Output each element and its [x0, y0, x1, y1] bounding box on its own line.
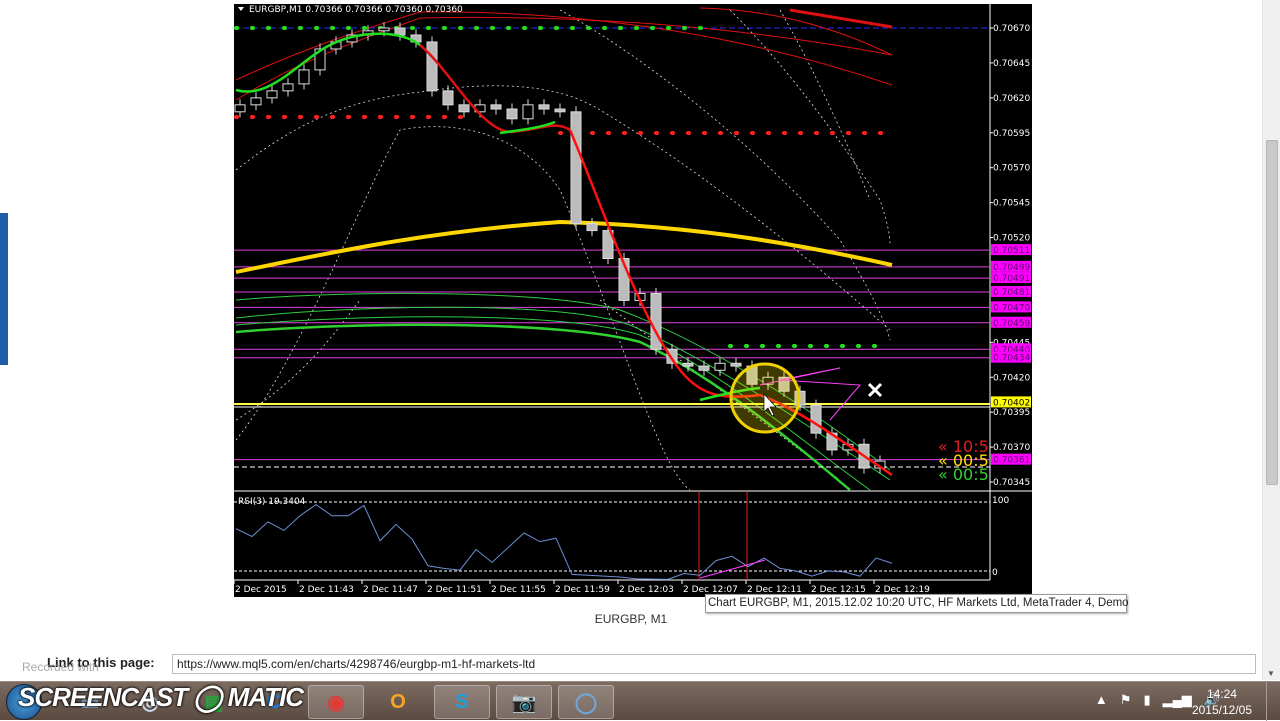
candle-body [538, 104, 550, 110]
time-axis-label: 2 Dec 2015 [235, 585, 287, 595]
candle-body [570, 111, 582, 225]
camera-icon[interactable]: 📷 [496, 685, 552, 719]
price-axis-label: 0.70645 [993, 59, 1030, 69]
candle-body [266, 90, 278, 99]
link-url-input[interactable] [172, 654, 1256, 674]
time-axis-label: 2 Dec 11:51 [427, 585, 482, 595]
price-axis-label: 0.70620 [993, 94, 1030, 104]
action-center-flag-icon[interactable]: ⚑ [1120, 692, 1132, 708]
rsi-label: RSI(3) 19.3404 [238, 497, 306, 507]
candle-body [490, 104, 502, 110]
candle-body [378, 27, 390, 32]
candle-body [442, 90, 454, 106]
clock-time: 14:24 [1206, 687, 1237, 701]
price-tag: 0.70434 [993, 354, 1030, 364]
price-tag: 0.70499 [993, 263, 1030, 273]
candle-body [426, 41, 438, 92]
candle-body [730, 362, 742, 367]
price-axis-label: 0.70670 [993, 24, 1030, 34]
clock-date: 2015/12/05 [1191, 703, 1252, 717]
power-icon[interactable]: ▮ [1143, 692, 1150, 708]
candle-body [714, 362, 726, 371]
skype-icon[interactable]: S [434, 685, 490, 719]
bid-price-tag: 0.70402 [993, 398, 1030, 408]
candle-body [522, 104, 534, 120]
page-scrollbar[interactable]: ▼ [1262, 0, 1280, 680]
candle-body [682, 362, 694, 367]
show-hidden-icons-icon[interactable]: ▲ [1095, 692, 1108, 708]
price-tag: 0.70491 [993, 274, 1030, 284]
side-tab[interactable] [0, 213, 8, 365]
candle [426, 36, 438, 97]
price-axis-label: 0.70545 [993, 199, 1030, 209]
candle-body [298, 69, 310, 85]
candle-body [394, 27, 406, 36]
candle-body [810, 404, 822, 434]
candle-body [554, 108, 566, 113]
time-axis-label: 2 Dec 11:47 [363, 585, 418, 595]
recorded-with-watermark: Recorded with [22, 660, 99, 674]
price-tag: 0.70361 [993, 456, 1030, 466]
network-signal-icon[interactable]: ▂▄▆ [1163, 692, 1192, 708]
candle-body [250, 97, 262, 106]
price-tag: 0.70481 [993, 288, 1030, 298]
screencast-recorder-icon[interactable]: ◯ [558, 685, 614, 719]
screencast-o-matic-logo: SCREENCAST ◯ MATIC [18, 682, 304, 712]
chart-header: EURGBP,M1 0.70366 0.70366 0.70360 0.7036… [249, 5, 463, 15]
price-axis-label: 0.70595 [993, 129, 1030, 139]
chrome-icon[interactable]: ◉ [308, 685, 364, 719]
clock[interactable]: 14:24 2015/12/05 [1192, 686, 1252, 718]
price-tag: 0.70470 [993, 303, 1030, 313]
price-axis-label: 0.70420 [993, 373, 1030, 383]
price-axis-label: 0.70395 [993, 408, 1030, 418]
candle [810, 399, 822, 439]
chart-tooltip: Chart EURGBP, M1, 2015.12.02 10:20 UTC, … [705, 594, 1129, 613]
timer-green: « 00:5 [938, 465, 989, 484]
candle-body [698, 365, 710, 371]
price-axis-label: 0.70345 [993, 478, 1030, 488]
candle-body [506, 108, 518, 120]
scrollbar-thumb[interactable] [1266, 140, 1278, 485]
price-axis-label: 0.70520 [993, 234, 1030, 244]
price-chart[interactable]: EURGBP,M1 0.70366 0.70366 0.70360 0.7036… [234, 4, 1032, 597]
outlook-icon[interactable]: O [370, 685, 426, 719]
candle [570, 106, 582, 230]
scroll-down-arrow-icon[interactable]: ▼ [1267, 669, 1275, 678]
price-axis-label: 0.70370 [993, 443, 1030, 453]
candle-body [234, 104, 246, 113]
time-axis-label: 2 Dec 11:43 [299, 585, 354, 595]
price-tag: 0.70511 [993, 246, 1030, 256]
rsi-axis-min: 0 [992, 568, 998, 578]
time-axis-label: 2 Dec 11:59 [555, 585, 610, 595]
show-desktop-button[interactable] [1266, 682, 1280, 721]
time-axis-label: 2 Dec 12:03 [619, 585, 674, 595]
price-tag: 0.70459 [993, 319, 1030, 329]
price-axis-label: 0.70570 [993, 164, 1030, 174]
rsi-axis-max: 100 [992, 496, 1009, 506]
chart-caption: EURGBP, M1 [594, 612, 668, 626]
time-axis-label: 2 Dec 11:55 [491, 585, 546, 595]
candle [650, 287, 662, 355]
candle-body [586, 223, 598, 232]
candle-body [282, 83, 294, 92]
candle-body [458, 104, 470, 113]
